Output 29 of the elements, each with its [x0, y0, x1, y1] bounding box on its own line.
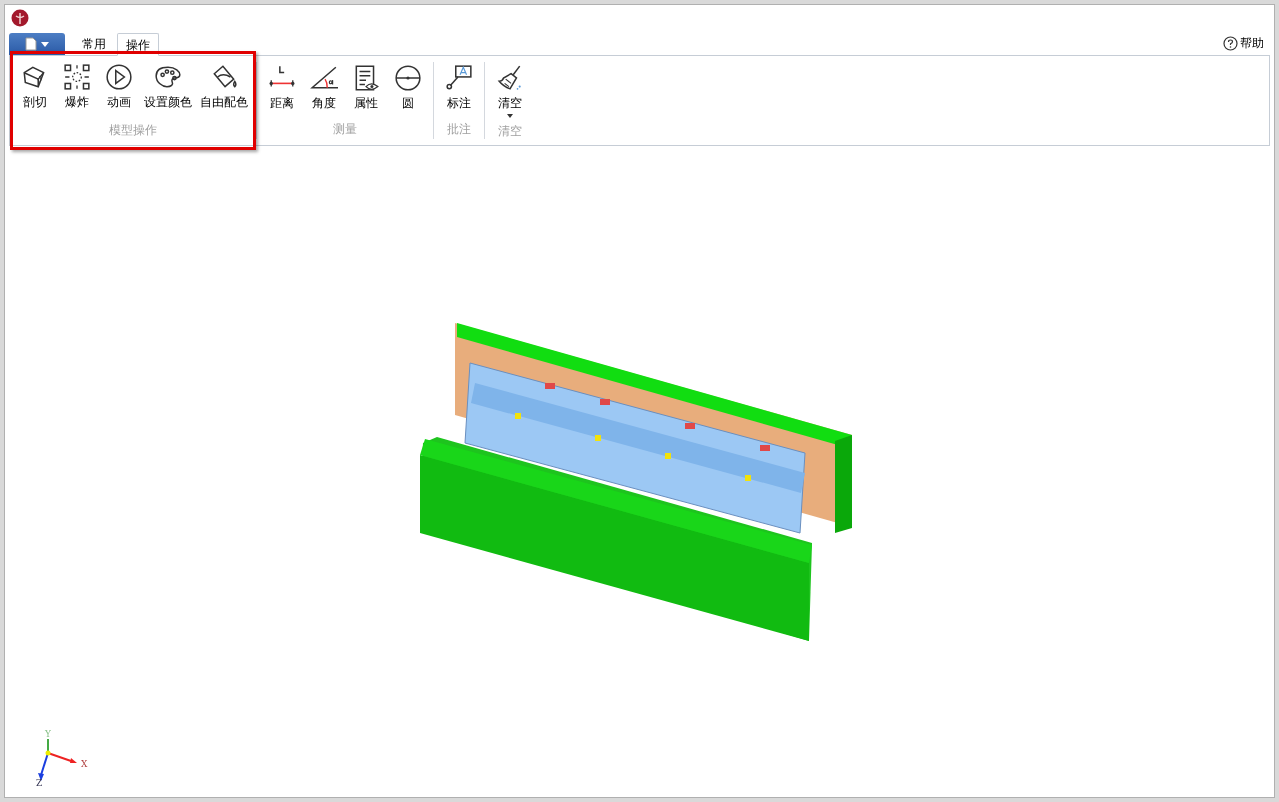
annotation-icon [445, 64, 473, 92]
app-logo-icon [11, 9, 29, 27]
axis-label: Z [36, 778, 43, 788]
group-label: 测量 [333, 121, 357, 138]
play-icon [105, 63, 133, 91]
ribbon-tab[interactable]: 常用 [73, 33, 115, 55]
ribbon-button[interactable]: 设置颜色 [141, 62, 195, 109]
ribbon-button[interactable]: 圆 [388, 63, 428, 110]
ribbon-button[interactable]: 清空 [490, 63, 530, 118]
group-label: 模型操作 [109, 122, 157, 139]
group-label: 清空 [498, 123, 522, 140]
document-icon [25, 37, 37, 51]
help-button[interactable]: 帮助 [1223, 34, 1264, 52]
help-icon [1223, 35, 1238, 51]
broom-icon [496, 64, 524, 92]
ribbon-button[interactable]: 自由配色 [197, 62, 251, 109]
ribbon-button[interactable]: 角度 [304, 63, 344, 110]
ribbon-button[interactable]: 剖切 [15, 62, 55, 109]
group-label: 批注 [447, 121, 471, 138]
ribbon-button[interactable]: 动画 [99, 62, 139, 109]
ribbon-button[interactable]: 标注 [439, 63, 479, 110]
axis-label: X [81, 759, 88, 769]
ribbon-button[interactable]: 属性 [346, 63, 386, 110]
axis-label: Y [45, 729, 51, 739]
caret-icon [41, 41, 49, 47]
circle-diameter-icon [394, 64, 422, 92]
ribbon-button[interactable]: 距离 [262, 63, 302, 110]
scatter-squares-icon [63, 63, 91, 91]
ribbon-button[interactable]: 爆炸 [57, 62, 97, 109]
